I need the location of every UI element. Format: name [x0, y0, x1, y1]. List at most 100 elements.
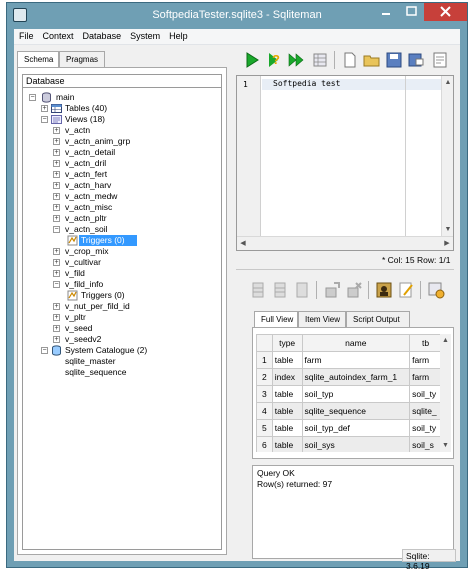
table-cell[interactable]: table	[271, 436, 303, 452]
expand-icon[interactable]: +	[53, 204, 60, 211]
table-row[interactable]: 3 table soil_typ soil_ty	[256, 385, 442, 403]
tree-node-system-table[interactable]: sqlite_master	[65, 356, 116, 367]
explain-button[interactable]: ?	[264, 50, 284, 70]
tab-full-view[interactable]: Full View	[254, 311, 298, 328]
collapse-icon[interactable]: −	[29, 94, 36, 101]
table-cell[interactable]: table	[271, 402, 303, 420]
expand-icon[interactable]: +	[41, 105, 48, 112]
run-sql-button[interactable]	[242, 50, 262, 70]
commit-button[interactable]	[322, 280, 342, 300]
tab-script-output[interactable]: Script Output	[346, 311, 410, 327]
collapse-icon[interactable]: −	[53, 226, 60, 233]
table-row[interactable]: 1 table farm farm	[256, 351, 442, 369]
scroll-down-icon[interactable]: ▼	[442, 223, 454, 236]
expand-icon[interactable]: +	[53, 193, 60, 200]
expand-icon[interactable]: +	[53, 182, 60, 189]
table-row[interactable]: 6 table soil_sys soil_s	[256, 436, 442, 452]
collapse-icon[interactable]: −	[41, 116, 48, 123]
table-cell[interactable]: farm	[409, 351, 442, 369]
table-cell[interactable]: soil_sys	[301, 436, 411, 452]
table-cell[interactable]: soil_ty	[409, 419, 442, 437]
scroll-down-icon[interactable]: ▼	[440, 439, 451, 452]
column-header[interactable]: tb	[409, 334, 442, 352]
expand-icon[interactable]: +	[53, 248, 60, 255]
table-cell[interactable]: sqlite_sequence	[301, 402, 411, 420]
editor-horizontal-scrollbar[interactable]: ◀ ▶	[237, 236, 453, 250]
scroll-up-icon[interactable]: ▲	[440, 334, 451, 347]
expand-icon[interactable]: +	[53, 314, 60, 321]
table-cell[interactable]: soil_typ_def	[301, 419, 411, 437]
scroll-left-icon[interactable]: ◀	[237, 237, 249, 250]
table-cell[interactable]: farm	[301, 351, 411, 369]
table-cell[interactable]: sqlite_	[409, 402, 442, 420]
grid-view-button[interactable]	[310, 50, 330, 70]
table-cell[interactable]: table	[271, 385, 303, 403]
table-cell[interactable]: table	[271, 351, 303, 369]
menu-context[interactable]: Context	[38, 29, 78, 41]
tree-node-system-table[interactable]: sqlite_sequence	[65, 367, 126, 378]
export-button[interactable]	[426, 280, 446, 300]
table-row[interactable]: 5 table soil_typ_def soil_ty	[256, 419, 442, 437]
pane-splitter[interactable]	[236, 269, 454, 273]
table-row[interactable]: 4 table sqlite_sequence sqlite_	[256, 402, 442, 420]
menu-database[interactable]: Database	[78, 29, 126, 41]
tree-header[interactable]: Database	[22, 74, 222, 88]
duplicate-row-button[interactable]	[292, 280, 312, 300]
expand-icon[interactable]: +	[53, 149, 60, 156]
scroll-up-icon[interactable]: ▲	[442, 76, 454, 89]
row-number[interactable]: 2	[256, 368, 273, 386]
collapse-icon[interactable]: −	[41, 347, 48, 354]
expand-icon[interactable]: +	[53, 127, 60, 134]
image-view-button[interactable]	[374, 280, 394, 300]
column-header[interactable]: name	[301, 334, 411, 352]
expand-icon[interactable]: +	[53, 303, 60, 310]
schema-tree[interactable]: − main + Tables (40) − Views (18) + v_act…	[22, 88, 222, 550]
code-text[interactable]: Softpedia test	[273, 79, 340, 88]
table-cell[interactable]: farm	[409, 368, 442, 386]
run-script-button[interactable]	[286, 50, 306, 70]
expand-icon[interactable]: +	[53, 215, 60, 222]
table-cell[interactable]: soil_typ	[301, 385, 411, 403]
menu-file[interactable]: File	[14, 29, 38, 41]
row-number[interactable]: 1	[256, 351, 273, 369]
grid-vertical-scrollbar[interactable]: ▲ ▼	[440, 334, 451, 452]
edit-blob-button[interactable]	[396, 280, 416, 300]
table-cell[interactable]: index	[271, 368, 303, 386]
table-row[interactable]: 2 index sqlite_autoindex_farm_1 farm	[256, 368, 442, 386]
table-cell[interactable]: table	[271, 419, 303, 437]
delete-row-button[interactable]	[270, 280, 290, 300]
save-file-button[interactable]	[384, 50, 404, 70]
new-file-button[interactable]	[340, 50, 360, 70]
open-file-button[interactable]	[362, 50, 382, 70]
save-as-button[interactable]	[406, 50, 426, 70]
grid-corner[interactable]	[256, 334, 273, 352]
sql-editor[interactable]: 1 Softpedia test ▲ ▼ ◀ ▶	[236, 75, 454, 251]
insert-row-button[interactable]	[248, 280, 268, 300]
title-bar[interactable]: SoftpediaTester.sqlite3 - Sqliteman	[7, 3, 467, 29]
maximize-button[interactable]	[399, 3, 424, 21]
row-number[interactable]: 6	[256, 436, 273, 452]
row-number[interactable]: 4	[256, 402, 273, 420]
row-number[interactable]: 3	[256, 385, 273, 403]
expand-icon[interactable]: +	[53, 138, 60, 145]
expand-icon[interactable]: +	[53, 171, 60, 178]
scroll-right-icon[interactable]: ▶	[441, 237, 453, 250]
result-grid[interactable]: type name tb 1 table farm farm 2 index s…	[256, 334, 442, 452]
expand-icon[interactable]: +	[53, 270, 60, 277]
rollback-button[interactable]	[344, 280, 364, 300]
collapse-icon[interactable]: −	[53, 281, 60, 288]
table-cell[interactable]: soil_ty	[409, 385, 442, 403]
row-number[interactable]: 5	[256, 419, 273, 437]
expand-icon[interactable]: +	[53, 336, 60, 343]
column-header[interactable]: type	[271, 334, 303, 352]
menu-help[interactable]: Help	[164, 29, 192, 41]
minimize-button[interactable]	[373, 3, 399, 21]
expand-icon[interactable]: +	[53, 259, 60, 266]
tab-item-view[interactable]: Item View	[298, 311, 346, 327]
table-cell[interactable]: soil_s	[409, 436, 442, 452]
tab-pragmas[interactable]: Pragmas	[59, 51, 105, 67]
table-cell[interactable]: sqlite_autoindex_farm_1	[301, 368, 411, 386]
tab-schema[interactable]: Schema	[17, 51, 59, 68]
editor-vertical-scrollbar[interactable]: ▲ ▼	[441, 76, 453, 236]
menu-system[interactable]: System	[125, 29, 164, 41]
